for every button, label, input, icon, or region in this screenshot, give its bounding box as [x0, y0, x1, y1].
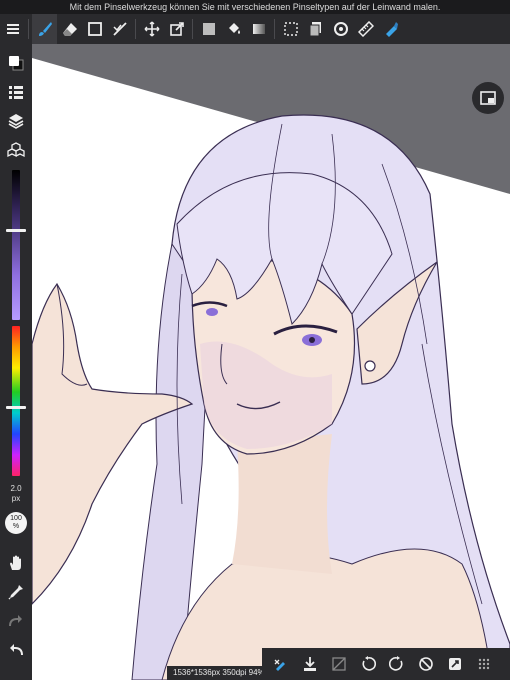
- brush-size-value: 2.0: [10, 484, 22, 493]
- list-icon: [9, 85, 23, 99]
- fill-color-button[interactable]: [196, 14, 221, 44]
- brush-size-unit: px: [11, 494, 21, 503]
- stabilizer-icon: [274, 659, 285, 671]
- clear-icon: [331, 657, 346, 671]
- toolbar-divider: [274, 19, 275, 39]
- more-button[interactable]: [469, 648, 498, 680]
- rotate-right-button[interactable]: [382, 648, 411, 680]
- hand-icon: [10, 555, 21, 570]
- rotate-button[interactable]: [328, 14, 353, 44]
- transform-tool-button[interactable]: [164, 14, 189, 44]
- brush-tool-button[interactable]: [32, 14, 57, 44]
- eyedropper-button[interactable]: [0, 577, 32, 606]
- opacity-button[interactable]: 100 %: [5, 512, 27, 534]
- brush-icon: [38, 22, 52, 36]
- brush-size-slider[interactable]: [6, 170, 26, 320]
- move-tool-button[interactable]: [139, 14, 164, 44]
- eraser-tool-button[interactable]: [57, 14, 82, 44]
- cubes-icon: [7, 141, 25, 157]
- selection-rect-icon: [87, 22, 102, 36]
- hand-tool-button[interactable]: [0, 548, 32, 577]
- navigator-icon: [480, 91, 496, 105]
- color-swatch-button[interactable]: [0, 48, 32, 77]
- toolbar-divider: [192, 19, 193, 39]
- navigator-button[interactable]: [472, 82, 504, 114]
- gradient-icon: [252, 24, 265, 34]
- layers-button[interactable]: [0, 106, 32, 135]
- stabilizer-button[interactable]: [266, 648, 295, 680]
- eraser-icon: [62, 23, 77, 36]
- brush-size-readout: 2.0 px: [10, 484, 21, 504]
- fill-color-icon: [202, 23, 215, 35]
- redo-icon: [9, 614, 22, 626]
- hue-slider[interactable]: [6, 326, 26, 476]
- bucket-tool-button[interactable]: [221, 14, 246, 44]
- undo-button[interactable]: [0, 635, 32, 664]
- brush-list-button[interactable]: [0, 77, 32, 106]
- snap-button[interactable]: [440, 648, 469, 680]
- bucket-icon: [228, 23, 240, 34]
- top-toolbar: [0, 14, 510, 44]
- artwork: [32, 58, 510, 680]
- snap-icon: [448, 658, 461, 670]
- copy-icon: [309, 22, 321, 37]
- magic-wand-icon: [112, 22, 127, 36]
- redo-button[interactable]: [0, 606, 32, 635]
- select-dashed-button[interactable]: [278, 14, 303, 44]
- brush-size-handle[interactable]: [6, 229, 26, 232]
- ruler-icon: [357, 21, 374, 37]
- brush-settings-button[interactable]: [378, 14, 403, 44]
- hue-slider-handle[interactable]: [6, 406, 26, 409]
- ruler-button[interactable]: [353, 14, 378, 44]
- opacity-value: 100: [10, 515, 22, 522]
- rotate-right-icon: [388, 656, 402, 671]
- menu-icon[interactable]: [0, 14, 25, 44]
- reset-rotation-button[interactable]: [411, 648, 440, 680]
- clear-layer-button[interactable]: [324, 648, 353, 680]
- toolbar-divider: [28, 19, 29, 39]
- magic-wand-button[interactable]: [107, 14, 132, 44]
- opacity-unit: %: [12, 523, 20, 530]
- materials-button[interactable]: [0, 135, 32, 164]
- import-button[interactable]: [295, 648, 324, 680]
- reset-rotation-icon: [418, 657, 433, 671]
- copy-button[interactable]: [303, 14, 328, 44]
- rotate-left-button[interactable]: [353, 648, 382, 680]
- canvas-status: 1536*1536px 350dpi 94%: [167, 666, 271, 680]
- eyedropper-icon: [8, 584, 23, 600]
- bottom-toolbar: [262, 648, 510, 680]
- toolbar-divider: [135, 19, 136, 39]
- rotate-left-icon: [362, 656, 376, 671]
- move-icon: [144, 21, 159, 37]
- drawing-canvas[interactable]: [32, 44, 510, 680]
- layers-icon: [8, 113, 24, 129]
- brush-blue-icon: [385, 22, 398, 37]
- transform-icon: [169, 22, 184, 36]
- color-swatch-icon: [9, 55, 24, 70]
- left-sidebar: 2.0 px 100 %: [0, 44, 32, 680]
- gradient-tool-button[interactable]: [246, 14, 271, 44]
- rotate-icon: [333, 22, 348, 36]
- grid-dots-icon: [478, 658, 489, 670]
- tool-hint-bar: Mit dem Pinselwerkzeug können Sie mit ve…: [0, 0, 510, 14]
- rect-selection-button[interactable]: [82, 14, 107, 44]
- undo-icon: [10, 643, 23, 655]
- select-dashed-icon: [283, 22, 298, 36]
- download-icon: [303, 657, 316, 671]
